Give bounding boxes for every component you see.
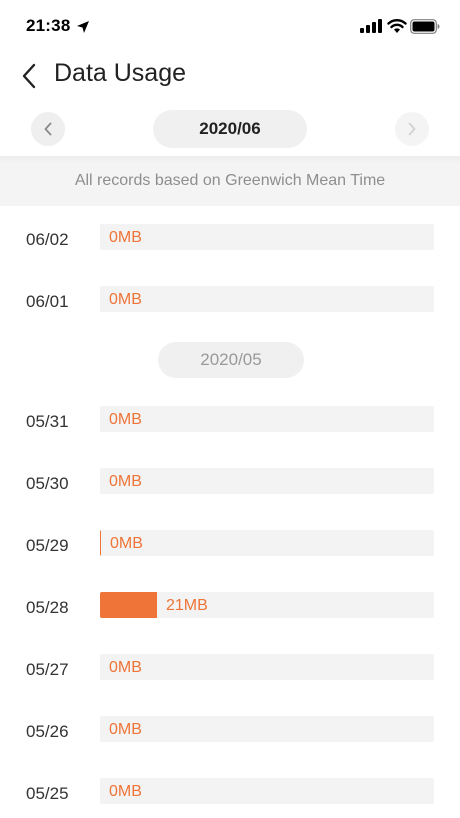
usage-bar-fill [100,592,157,618]
next-month-button[interactable] [395,112,429,146]
usage-bar [100,406,434,432]
usage-bar [100,224,434,250]
battery-icon [410,19,440,34]
usage-bar [100,716,434,742]
usage-row: 05/30 0MB [0,468,460,500]
month-selector: 2020/06 [0,108,460,152]
usage-date: 05/30 [26,474,69,493]
current-month-label[interactable]: 2020/06 [153,110,307,148]
status-time: 21:38 [26,16,71,35]
chevron-right-icon [408,122,416,136]
usage-date: 05/28 [26,598,69,617]
usage-bar [100,286,434,312]
previous-month-button[interactable] [31,112,65,146]
usage-row: 06/02 0MB [0,224,460,256]
month-section-label: 2020/05 [158,342,304,378]
usage-date: 05/29 [26,536,69,555]
data-usage-screen: 21:38 Data Usage 2020/06 All records bas… [0,0,460,818]
chevron-left-icon [22,63,36,89]
usage-value: 21MB [166,597,208,614]
timezone-notice: All records based on Greenwich Mean Time [0,156,460,206]
usage-bar [100,592,434,618]
usage-bar [100,468,434,494]
usage-row: 06/01 0MB [0,286,460,318]
usage-date: 05/31 [26,412,69,431]
usage-value: 0MB [109,473,142,490]
usage-date: 05/25 [26,784,69,803]
usage-bar [100,778,434,804]
usage-value: 0MB [109,659,142,676]
usage-value: 0MB [109,721,142,738]
usage-row: 05/26 0MB [0,716,460,748]
page-title: Data Usage [54,59,187,87]
usage-value: 0MB [110,535,143,552]
usage-bar [100,654,434,680]
location-arrow-icon [77,21,89,33]
usage-bar-fill [100,530,101,556]
chevron-left-icon [44,122,52,136]
back-button[interactable] [14,60,44,92]
usage-row: 05/28 21MB [0,592,460,624]
usage-row: 05/25 0MB [0,778,460,810]
status-bar: 21:38 [0,0,460,50]
usage-value: 0MB [109,229,142,246]
usage-value: 0MB [109,291,142,308]
usage-row: 05/27 0MB [0,654,460,686]
signal-icon [360,19,382,33]
usage-value: 0MB [109,783,142,800]
usage-date: 06/01 [26,292,69,311]
usage-date: 06/02 [26,230,69,249]
nav-header: Data Usage [0,50,460,102]
usage-bar [100,530,434,556]
usage-row: 05/29 0MB [0,530,460,562]
usage-row: 05/31 0MB [0,406,460,438]
usage-date: 05/27 [26,660,69,679]
usage-date: 05/26 [26,722,69,741]
wifi-icon [387,19,407,33]
usage-value: 0MB [109,411,142,428]
